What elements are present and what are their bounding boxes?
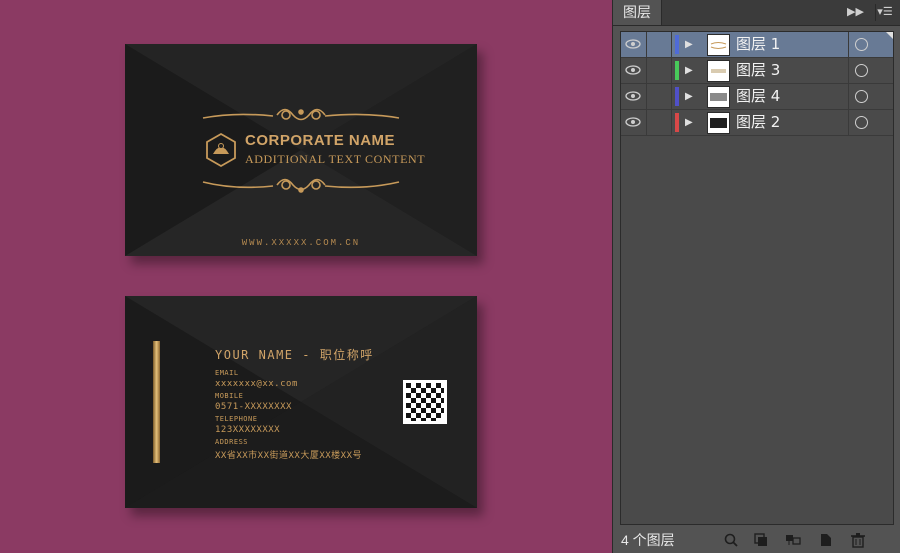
locate-object-icon[interactable] <box>723 532 739 548</box>
lock-toggle[interactable] <box>646 84 672 109</box>
lock-toggle[interactable] <box>646 32 672 57</box>
layer-target-circle-icon[interactable] <box>855 64 868 77</box>
layer-target-circle-icon[interactable] <box>855 90 868 103</box>
divider <box>848 110 849 135</box>
layer-row-1[interactable]: ▶ 图层 1 <box>621 32 893 58</box>
layers-list: ▶ 图层 1 ▶ 图层 3 ▶ 图层 4 ▶ 图层 2 <box>620 31 894 525</box>
divider <box>848 58 849 83</box>
expand-arrow-icon[interactable]: ▶ <box>685 84 699 109</box>
gold-accent-bar <box>153 341 160 463</box>
telephone-label: TELEPHONE <box>215 415 258 423</box>
name-title: YOUR NAME - 职位称呼 <box>215 348 374 362</box>
layer-row-2[interactable]: ▶ 图层 2 <box>621 110 893 136</box>
company-name: CORPORATE NAME <box>245 132 396 149</box>
layer-count: 4 个图层 <box>621 532 675 548</box>
trash-icon[interactable] <box>850 532 866 548</box>
panel-footer: 4 个图层 <box>613 528 900 553</box>
layer-name[interactable]: 图层 2 <box>736 110 780 135</box>
layer-name[interactable]: 图层 4 <box>736 84 780 109</box>
layer-name[interactable]: 图层 1 <box>736 32 780 57</box>
layer-color-strip <box>675 113 679 132</box>
expand-arrow-icon[interactable]: ▶ <box>685 32 699 57</box>
expand-arrow-icon[interactable]: ▶ <box>685 110 699 135</box>
create-sublayer-icon[interactable] <box>785 532 801 548</box>
expand-arrow-icon[interactable]: ▶ <box>685 58 699 83</box>
visibility-eye-icon[interactable] <box>621 58 647 83</box>
panel-header: 图层 ▶▶ ▾☰ <box>613 0 900 26</box>
card-front-background <box>125 44 477 256</box>
divider <box>848 32 849 57</box>
telephone-value: 123XXXXXXXX <box>215 425 281 435</box>
mobile-label: MOBILE <box>215 392 244 400</box>
artboard-canvas[interactable]: CORPORATE NAME ADDITIONAL TEXT CONTENT W… <box>0 0 612 553</box>
layer-color-strip <box>675 87 679 106</box>
email-value: xxxxxxx@xx.com <box>215 379 298 389</box>
visibility-eye-icon[interactable] <box>621 84 647 109</box>
address-label: ADDRESS <box>215 438 249 446</box>
layer-thumbnail <box>707 112 730 134</box>
collapse-panel-icon[interactable]: ▶▶ <box>847 4 864 21</box>
layer-row-4[interactable]: ▶ 图层 4 <box>621 84 893 110</box>
layer-color-strip <box>675 61 679 80</box>
layer-row-3[interactable]: ▶ 图层 3 <box>621 58 893 84</box>
divider <box>848 84 849 109</box>
address-value: XX省XX市XX街道XX大厦XX楼XX号 <box>215 451 363 461</box>
business-card-front[interactable]: CORPORATE NAME ADDITIONAL TEXT CONTENT W… <box>125 44 477 256</box>
qr-code-icon <box>403 380 447 424</box>
visibility-eye-icon[interactable] <box>621 32 647 57</box>
layer-thumbnail <box>707 60 730 82</box>
selection-corner-icon <box>886 32 893 39</box>
tab-layers[interactable]: 图层 <box>613 0 662 25</box>
layer-thumbnail <box>707 86 730 108</box>
visibility-eye-icon[interactable] <box>621 110 647 135</box>
layer-target-circle-icon[interactable] <box>855 38 868 51</box>
company-subtitle: ADDITIONAL TEXT CONTENT <box>245 152 426 166</box>
clipping-mask-icon[interactable] <box>753 532 769 548</box>
lock-toggle[interactable] <box>646 110 672 135</box>
layer-target-circle-icon[interactable] <box>855 116 868 129</box>
layer-name[interactable]: 图层 3 <box>736 58 780 83</box>
business-card-back[interactable]: YOUR NAME - 职位称呼 EMAIL xxxxxxx@xx.com MO… <box>125 296 477 508</box>
layers-panel: 图层 ▶▶ ▾☰ ▶ 图层 1 ▶ 图层 3 ▶ 图层 4 ▶ 图层 2 4 个… <box>612 0 900 553</box>
layer-thumbnail <box>707 34 730 56</box>
new-layer-icon[interactable] <box>818 532 834 548</box>
lock-toggle[interactable] <box>646 58 672 83</box>
mobile-value: 0571-XXXXXXXX <box>215 402 292 412</box>
panel-menu-icon[interactable]: ▾☰ <box>875 4 894 21</box>
website-text: WWW.XXXXX.COM.CN <box>241 238 361 248</box>
layer-color-strip <box>675 35 679 54</box>
email-label: EMAIL <box>215 369 239 377</box>
